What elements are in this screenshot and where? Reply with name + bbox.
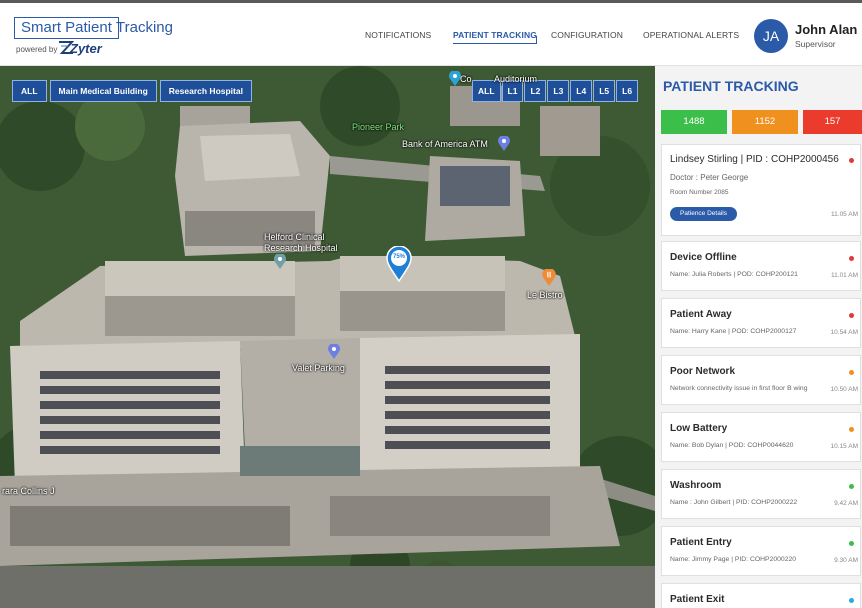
alert-details: Name: Harry Kane | POD: COHP2000127 bbox=[670, 328, 797, 335]
alert-title: Poor Network bbox=[670, 366, 736, 377]
app-root: Smart Patient Tracking powered by Zyter … bbox=[0, 0, 862, 608]
helford-pin-icon[interactable] bbox=[273, 254, 287, 270]
alert-card[interactable]: Washroom Name : John Gilbert | PID: COHP2… bbox=[661, 469, 861, 519]
map-label-auditorium: Auditorium bbox=[494, 74, 538, 84]
alert-status-dot bbox=[849, 256, 854, 261]
bank-pin-icon[interactable] bbox=[497, 136, 511, 152]
alert-card[interactable]: Device Offline Name: Julia Roberts | POD:… bbox=[661, 241, 861, 291]
alert-time: 10.50 AM bbox=[830, 386, 858, 393]
nav-patient-tracking[interactable]: PATIENT TRACKING bbox=[453, 30, 537, 40]
logo-tail-text: Tracking bbox=[116, 19, 173, 36]
map-label-helford-2: Research Hospital bbox=[264, 243, 338, 253]
alert-details: Name: Julia Roberts | POD: COHP200121 bbox=[670, 271, 798, 278]
alert-title: Washroom bbox=[670, 480, 722, 491]
alert-card[interactable]: Poor Network Network connectivity issue i… bbox=[661, 355, 861, 405]
alert-card[interactable]: Patient Exit bbox=[661, 583, 861, 608]
location-marker-icon bbox=[386, 246, 412, 282]
auditorium-pin-icon[interactable] bbox=[448, 71, 462, 87]
alert-status-dot bbox=[849, 313, 854, 318]
floor-l6-button[interactable]: L6 bbox=[616, 80, 639, 102]
alert-status-dot bbox=[849, 484, 854, 489]
logo-main-text: Smart Patient bbox=[21, 19, 112, 36]
alert-details: Name : John Gilbert | PID: COHP2000222 bbox=[670, 499, 798, 506]
patient-location-marker[interactable]: 75% bbox=[385, 246, 413, 282]
panel-title: PATIENT TRACKING bbox=[663, 78, 799, 94]
map-label-street: rara Collins J bbox=[2, 486, 55, 496]
building-main-medical-button[interactable]: Main Medical Building bbox=[49, 80, 157, 102]
featured-status-dot bbox=[849, 158, 854, 163]
featured-time: 11.05 AM bbox=[831, 211, 858, 218]
nav-configuration[interactable]: CONFIGURATION bbox=[551, 30, 623, 40]
patient-details-button[interactable]: Patience Details bbox=[670, 207, 737, 221]
alert-card[interactable]: Patient Entry Name: Jimmy Page | PID: COH… bbox=[661, 526, 861, 576]
user-name: John Alan bbox=[795, 22, 858, 37]
map-label-le-bistro: Le Bistro bbox=[527, 290, 563, 300]
user-role: Supervisor bbox=[795, 39, 836, 49]
map-label-valet-parking: Valet Parking bbox=[292, 363, 345, 373]
parking-pin-icon[interactable] bbox=[327, 344, 341, 360]
nav-active-underline bbox=[453, 43, 537, 44]
floor-l3-button[interactable]: L3 bbox=[547, 80, 570, 102]
counter-active[interactable]: 1488 bbox=[661, 110, 727, 134]
aerial-view bbox=[0, 66, 655, 608]
alert-time: 9.30 AM bbox=[834, 557, 858, 564]
alert-details: Name: Bob Dylan | POD: COHP0044620 bbox=[670, 442, 794, 449]
alert-time: 11.01 AM bbox=[831, 272, 858, 279]
alert-title: Patient Exit bbox=[670, 594, 725, 605]
alert-card[interactable]: Patient Away Name: Harry Kane | POD: COHP… bbox=[661, 298, 861, 348]
restaurant-pin-icon[interactable] bbox=[541, 269, 557, 287]
building-all-button[interactable]: ALL bbox=[12, 80, 47, 102]
building-filter: ALL Main Medical Building Research Hospi… bbox=[12, 80, 252, 102]
marker-percent: 75% bbox=[392, 254, 405, 260]
counter-critical[interactable]: 157 bbox=[803, 110, 862, 134]
floor-l4-button[interactable]: L4 bbox=[570, 80, 593, 102]
map-label-bank: Bank of America ATM bbox=[402, 139, 488, 149]
alert-title: Patient Away bbox=[670, 309, 732, 320]
featured-patient-card[interactable]: Lindsey Stirling | PID : COHP2000456 Doc… bbox=[661, 144, 861, 236]
alert-status-dot bbox=[849, 427, 854, 432]
top-header: Smart Patient Tracking powered by Zyter … bbox=[0, 0, 862, 66]
featured-doctor: Doctor : Peter George bbox=[670, 173, 749, 182]
alert-time: 10.54 AM bbox=[830, 329, 858, 336]
patient-tracking-panel: PATIENT TRACKING 1488 1152 157 Lindsey S… bbox=[655, 66, 862, 608]
app-logo[interactable]: Smart Patient bbox=[14, 17, 119, 39]
nav-active-tick bbox=[536, 36, 537, 44]
nav-notifications[interactable]: NOTIFICATIONS bbox=[365, 30, 431, 40]
alert-card[interactable]: Low Battery Name: Bob Dylan | POD: COHP00… bbox=[661, 412, 861, 462]
alert-time: 9.42 AM bbox=[834, 500, 858, 507]
alert-title: Patient Entry bbox=[670, 537, 732, 548]
building-research-hospital-button[interactable]: Research Hospital bbox=[159, 80, 252, 102]
powered-by-text: powered by bbox=[16, 45, 58, 54]
floor-l5-button[interactable]: L5 bbox=[593, 80, 616, 102]
alert-status-dot bbox=[849, 598, 854, 603]
alert-title: Device Offline bbox=[670, 252, 737, 263]
alert-title: Low Battery bbox=[670, 423, 728, 434]
featured-room: Room Number 2085 bbox=[670, 189, 729, 196]
nav-operational-alerts[interactable]: OPERATIONAL ALERTS bbox=[643, 30, 739, 40]
campus-map[interactable]: ALL Main Medical Building Research Hospi… bbox=[0, 66, 655, 608]
alert-details: Name: Jimmy Page | PID: COHP2000220 bbox=[670, 556, 797, 563]
alert-status-dot bbox=[849, 541, 854, 546]
alert-details: Network connectivity issue in first floo… bbox=[670, 385, 808, 392]
alert-time: 10.15 AM bbox=[830, 443, 858, 450]
user-avatar[interactable]: JA bbox=[754, 19, 788, 53]
map-label-helford-1: Helford Clinical bbox=[264, 232, 325, 242]
map-label-pioneer-park: Pioneer Park bbox=[352, 122, 405, 132]
alert-status-dot bbox=[849, 370, 854, 375]
brand-name: Zyter bbox=[70, 41, 102, 56]
featured-title: Lindsey Stirling | PID : COHP2000456 bbox=[670, 154, 839, 165]
counter-warning[interactable]: 1152 bbox=[732, 110, 798, 134]
